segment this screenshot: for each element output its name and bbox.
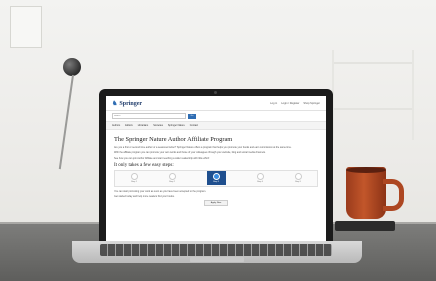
intro-paragraph-1: Are you a first or second time author or…: [114, 146, 292, 149]
laptop-screen-bezel: ♞ Springer Log in Login / Register Shop S…: [99, 89, 333, 241]
main-nav: Authors Editors Librarians Societies Spr…: [106, 121, 326, 130]
header-link-login[interactable]: Log in: [270, 102, 277, 105]
step-5[interactable]: Step 5: [294, 173, 302, 183]
search-input[interactable]: [112, 113, 186, 119]
springer-logo[interactable]: ♞ Springer: [112, 100, 142, 107]
step-4[interactable]: Step 4: [256, 173, 264, 183]
after-steps-paragraph-2: Get started today and help more readers …: [114, 195, 175, 199]
cup-body: [346, 167, 386, 219]
intro-paragraph-3: See how you can join Author Affiliate an…: [114, 156, 210, 160]
camera-icon: [214, 91, 217, 94]
desk-lamp-arm: [58, 74, 74, 170]
intro-paragraph-2: With the affiliate program you can promo…: [114, 151, 266, 155]
springer-horse-icon: ♞: [112, 100, 118, 107]
after-steps-paragraph-1: You can start promoting your work as soo…: [114, 189, 207, 193]
apply-now-button[interactable]: Apply Now: [203, 200, 229, 207]
page-content: The Springer Nature Author Affiliate Pro…: [106, 130, 326, 207]
desk-lamp: [63, 58, 81, 76]
step-2[interactable]: Step 2: [168, 173, 176, 183]
nav-item-authors[interactable]: Authors: [112, 124, 120, 127]
wall-window: [10, 6, 42, 48]
nav-item-springer-nature[interactable]: Springer Nature: [168, 124, 185, 127]
nav-item-contact[interactable]: Contact: [190, 124, 198, 127]
step-dot-icon: [212, 173, 220, 181]
step-3[interactable]: Step 3: [206, 171, 226, 186]
wall-shelf: [332, 50, 414, 140]
search-button[interactable]: Go: [188, 113, 196, 119]
step-dot-icon: [256, 173, 264, 181]
step-dot-icon: [168, 173, 176, 181]
search-row: Go: [106, 111, 326, 121]
page-title: The Springer Nature Author Affiliate Pro…: [114, 136, 233, 143]
steps-carousel: Step 1 Step 2 Step 3 Step 4 Step 5: [114, 169, 318, 187]
step-1[interactable]: Step 1: [130, 173, 138, 183]
laptop-screen: ♞ Springer Log in Login / Register Shop S…: [106, 96, 326, 241]
cup-handle: [383, 179, 404, 211]
steps-title: It only takes a few easy steps:: [114, 162, 174, 168]
step-dot-icon: [294, 173, 302, 181]
header-links: Log in Login / Register Shop Springer: [270, 102, 320, 105]
header-link-shop[interactable]: Shop Springer: [303, 102, 320, 105]
coffee-cup: [346, 167, 406, 227]
nav-item-editors[interactable]: Editors: [125, 124, 132, 127]
apply-row: Apply Now: [114, 200, 318, 207]
site-header: ♞ Springer Log in Login / Register Shop S…: [106, 96, 326, 111]
trackpad: [190, 257, 244, 262]
laptop-base: [72, 241, 362, 263]
keyboard: [100, 244, 332, 256]
header-link-register[interactable]: Login / Register: [281, 102, 299, 105]
step-dot-icon: [130, 173, 138, 181]
cup-rim: [346, 167, 386, 173]
nav-item-societies[interactable]: Societies: [153, 124, 163, 127]
nav-item-librarians[interactable]: Librarians: [138, 124, 149, 127]
